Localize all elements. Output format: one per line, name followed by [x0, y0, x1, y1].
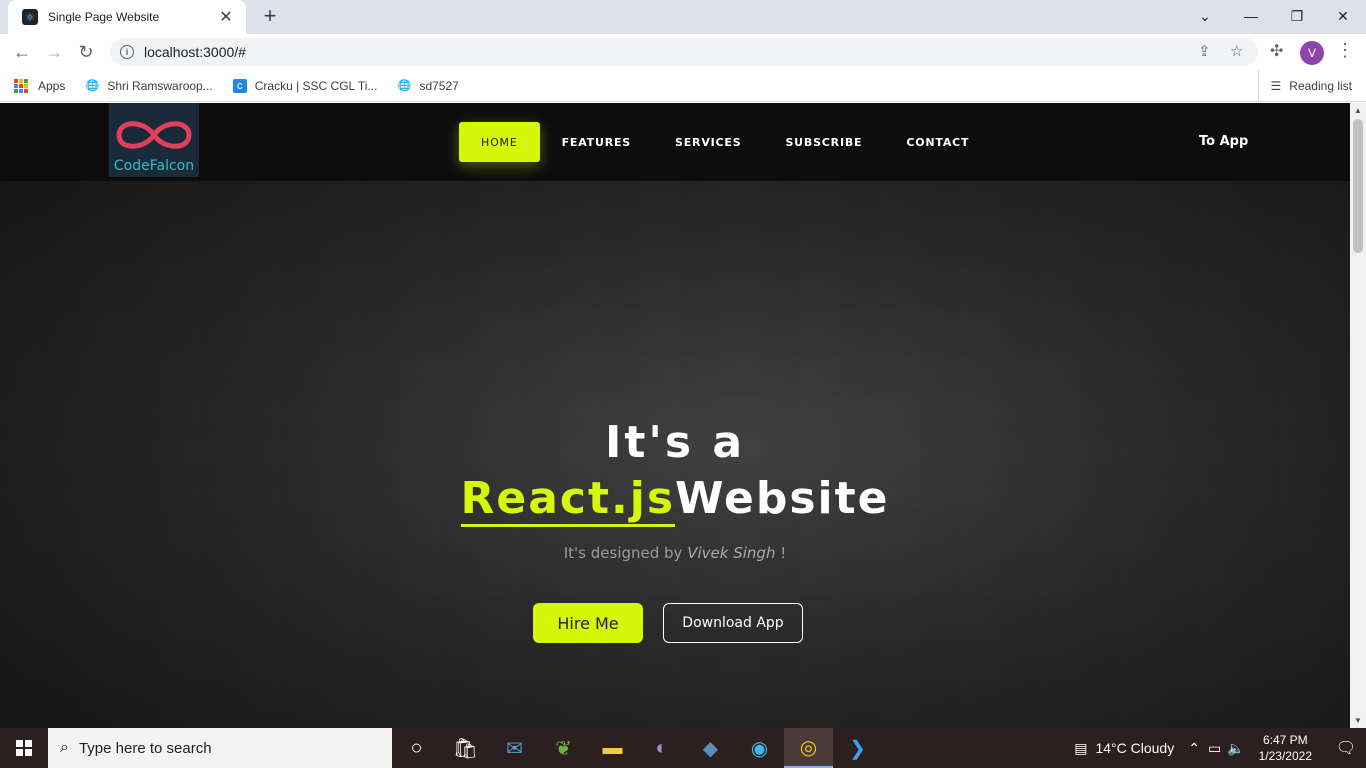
- tagline-prefix: It's designed by: [563, 544, 683, 562]
- chrome-icon[interactable]: ◎: [784, 728, 833, 768]
- globe-icon: 🌐: [397, 80, 412, 92]
- tab-search-icon[interactable]: ⌄: [1182, 0, 1228, 32]
- react-favicon-icon: ⚛: [22, 9, 38, 25]
- reload-button[interactable]: ↻: [74, 40, 98, 64]
- bookmark-label: Cracku | SSC CGL Ti...: [254, 78, 378, 93]
- site-navbar: CodeFalcon HOME FEATURES SERVICES SUBSCR…: [0, 103, 1350, 181]
- bookmark-cracku[interactable]: c Cracku | SSC CGL Ti...: [232, 78, 378, 93]
- taskbar-search[interactable]: ⌕ Type here to search: [48, 728, 392, 768]
- show-hidden-icons[interactable]: ⌃: [1188, 740, 1200, 757]
- bookmark-sd7527[interactable]: 🌐 sd7527: [397, 78, 459, 93]
- logo-text: CodeFalcon: [113, 158, 195, 174]
- scroll-up-arrow-icon[interactable]: ▲: [1354, 106, 1362, 115]
- clock-date: 1/23/2022: [1258, 749, 1312, 763]
- extensions-icon[interactable]: ✣: [1270, 41, 1283, 61]
- nav-contact[interactable]: CONTACT: [884, 122, 991, 162]
- start-button[interactable]: [0, 728, 48, 768]
- reading-list-button[interactable]: ☰ Reading list: [1257, 70, 1352, 102]
- nav-home[interactable]: HOME: [459, 122, 540, 162]
- site-menu: HOME FEATURES SERVICES SUBSCRIBE CONTACT: [459, 122, 991, 162]
- bookmark-label: Shri Ramswaroop...: [107, 78, 213, 93]
- hero-white-text: Website: [675, 473, 890, 524]
- bookmark-star-icon[interactable]: ☆: [1230, 42, 1243, 60]
- mysql-workbench-icon[interactable]: ◆: [686, 728, 735, 768]
- store-icon[interactable]: 🛍: [441, 728, 490, 768]
- infinity-logo-icon: [116, 121, 192, 149]
- volume-icon[interactable]: 🔈: [1227, 740, 1244, 757]
- notification-icon[interactable]: 🗨: [1326, 738, 1366, 758]
- scroll-thumb[interactable]: [1353, 119, 1363, 253]
- apps-grid-icon: [14, 78, 28, 93]
- hero-tagline: It's designed by Vivek Singh !: [0, 544, 1350, 562]
- battery-icon[interactable]: ▭: [1208, 740, 1221, 757]
- vscode-icon[interactable]: ❯: [833, 728, 882, 768]
- cracku-icon: c: [232, 78, 247, 93]
- new-tab-button[interactable]: +: [258, 4, 282, 28]
- nav-features[interactable]: FEATURES: [540, 122, 653, 162]
- download-app-button[interactable]: Download App: [663, 603, 803, 643]
- hero-headline-line1: It's a: [604, 417, 746, 468]
- windows-taskbar: ⌕ Type here to search ○ 🛍 ✉ ❦ ▬ ◐ ◆ ◉ ◎ …: [0, 728, 1366, 768]
- bookmark-label: Apps: [38, 78, 66, 93]
- mail-icon[interactable]: ✉: [490, 728, 539, 768]
- reading-list-label: Reading list: [1289, 79, 1352, 93]
- tab-title: Single Page Website: [48, 10, 160, 24]
- share-icon[interactable]: ⇪: [1198, 42, 1211, 60]
- profile-avatar[interactable]: V: [1300, 41, 1324, 65]
- site-info-icon[interactable]: i: [120, 45, 134, 59]
- restore-button[interactable]: ❐: [1274, 0, 1320, 32]
- back-button[interactable]: ←: [10, 40, 34, 64]
- tagline-suffix: !: [780, 544, 787, 562]
- nav-subscribe[interactable]: SUBSCRIBE: [763, 122, 884, 162]
- bookmark-apps[interactable]: Apps: [14, 78, 66, 93]
- nav-services[interactable]: SERVICES: [653, 122, 763, 162]
- weather-icon: ▤: [1074, 739, 1088, 756]
- taskbar-clock[interactable]: 6:47 PM 1/23/2022: [1259, 732, 1312, 764]
- browser-menu-icon[interactable]: ⋮: [1336, 40, 1354, 61]
- hire-me-button[interactable]: Hire Me: [533, 603, 643, 643]
- minimize-button[interactable]: —: [1228, 0, 1274, 32]
- spring-icon[interactable]: ❦: [539, 728, 588, 768]
- file-explorer-icon[interactable]: ▬: [588, 728, 637, 768]
- windows-logo-icon: [16, 740, 32, 756]
- edge-icon[interactable]: ◉: [735, 728, 784, 768]
- scroll-down-arrow-icon[interactable]: ▼: [1354, 716, 1362, 725]
- bookmarks-bar: Apps 🌐 Shri Ramswaroop... c Cracku | SSC…: [0, 70, 1366, 102]
- page-scrollbar[interactable]: ▲ ▼: [1350, 103, 1366, 728]
- codefalcon-logo[interactable]: CodeFalcon: [109, 103, 199, 177]
- tagline-author: Vivek Singh: [687, 544, 776, 562]
- tab-close-icon[interactable]: ✕: [216, 7, 236, 27]
- page-viewport: CodeFalcon HOME FEATURES SERVICES SUBSCR…: [0, 103, 1350, 728]
- weather-text: 14°C Cloudy: [1095, 740, 1175, 756]
- url-text[interactable]: localhost:3000/#: [144, 44, 246, 60]
- browser-tab[interactable]: ⚛ Single Page Website ✕: [8, 0, 246, 34]
- hero-accent-text: React.js: [460, 473, 676, 527]
- bookmark-label: sd7527: [419, 78, 459, 93]
- bookmark-shri-ramswaroop[interactable]: 🌐 Shri Ramswaroop...: [85, 78, 213, 93]
- address-bar[interactable]: i localhost:3000/# ⇪ ☆: [110, 38, 1258, 66]
- to-app-link[interactable]: To App: [1199, 134, 1248, 149]
- reading-list-icon: ☰: [1270, 79, 1282, 93]
- search-placeholder: Type here to search: [78, 739, 212, 757]
- browser-toolbar: ← → ↻ i localhost:3000/# ⇪ ☆: [0, 34, 1366, 70]
- search-icon: ⌕: [60, 739, 69, 756]
- close-window-button[interactable]: ✕: [1320, 0, 1366, 32]
- globe-icon: 🌐: [85, 80, 100, 92]
- cortana-icon[interactable]: ○: [392, 728, 441, 768]
- weather-widget[interactable]: ▤ 14°C Cloudy: [1074, 740, 1174, 757]
- eclipse-icon[interactable]: ◐: [637, 728, 686, 768]
- hero-headline-line2: React.jsWebsite: [0, 473, 1350, 527]
- forward-button[interactable]: →: [42, 40, 66, 64]
- browser-tab-bar: ⚛ Single Page Website ✕ + ⌄ — ❐ ✕: [0, 0, 1366, 34]
- clock-time: 6:47 PM: [1262, 733, 1308, 747]
- system-tray: ▤ 14°C Cloudy ⌃ ▭ 🔈 6:47 PM 1/23/2022 🗨: [1074, 728, 1366, 768]
